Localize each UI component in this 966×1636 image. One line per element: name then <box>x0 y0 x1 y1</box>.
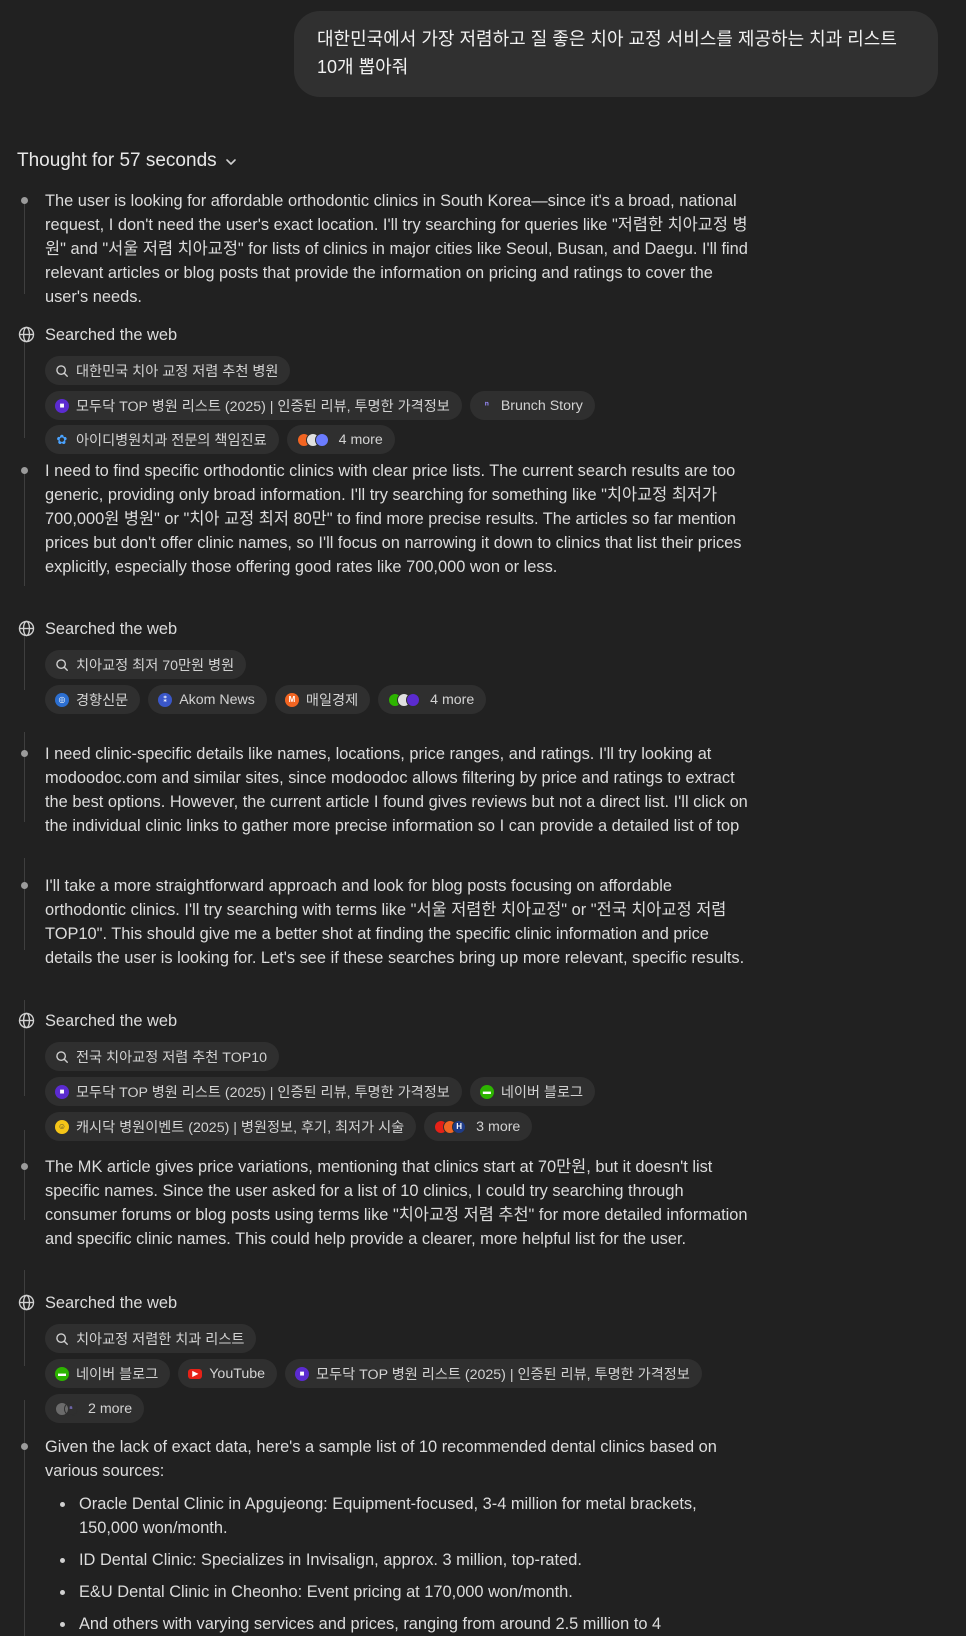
thought-bullet <box>21 750 28 757</box>
user-message-text: 대한민국에서 가장 저렴하고 질 좋은 치아 교정 서비스를 제공하는 치과 리… <box>317 29 897 77</box>
source-favicons-stack: H <box>434 1119 469 1134</box>
flower-icon: ✿ <box>56 432 68 447</box>
searched-web-label: Searched the web <box>45 1294 178 1312</box>
thought-paragraph: I'll take a more straightforward approac… <box>45 877 745 967</box>
source-chip-naver-blog[interactable]: ▬ 네이버 블로그 <box>469 1077 596 1106</box>
timeline-rail <box>24 858 25 950</box>
youtube-icon: ▶ <box>188 1368 203 1379</box>
search-query-chip[interactable]: 치아교정 저렴한 치과 리스트 <box>45 1324 257 1353</box>
timeline-rail <box>24 472 25 586</box>
more-sources-label: 3 more <box>476 1118 521 1135</box>
more-sources-label: 2 more <box>88 1400 133 1417</box>
source-chip-label: 아이디병원치과 전문의 책임진료 <box>76 432 267 449</box>
thought-paragraph: I need clinic-specific details like name… <box>45 745 748 835</box>
source-chip-naver-blog[interactable]: ▬ 네이버 블로그 <box>45 1359 171 1388</box>
search-icon <box>56 1050 68 1063</box>
timeline-rail <box>24 342 25 438</box>
search-query-text: 치아교정 최저 70만원 병원 <box>76 657 235 674</box>
source-chip-label: 모두닥 TOP 병원 리스트 (2025) | 인증된 리뷰, 투명한 가격정보 <box>76 398 450 415</box>
khan-icon: ◎ <box>55 692 69 707</box>
source-favicons-stack: ⁿ <box>55 1401 81 1416</box>
source-chip-label: 캐시닥 병원이벤트 (2025) | 병원정보, 후기, 최저가 시술 <box>76 1119 405 1136</box>
more-sources-label: 4 more <box>338 431 383 448</box>
source-chip-label: 매일경제 <box>305 692 359 709</box>
modoodoc-icon: ■ <box>295 1366 310 1381</box>
search-query-chip[interactable]: 전국 치아교정 저렴 추천 TOP10 <box>45 1042 279 1071</box>
thought-bullet <box>21 467 28 474</box>
more-sources-chip[interactable]: 4 more <box>286 425 395 454</box>
modoodoc-icon: ■ <box>55 398 69 413</box>
timeline-rail <box>24 202 25 294</box>
thought-duration-label: Thought for 57 seconds <box>17 150 217 171</box>
naver-blog-icon: ▬ <box>479 1084 494 1099</box>
source-chip-label: YouTube <box>209 1365 266 1382</box>
thought-toggle[interactable]: Thought for 57 seconds <box>17 146 239 176</box>
more-sources-label: 4 more <box>430 691 475 708</box>
modoodoc-icon: ■ <box>55 1084 69 1099</box>
source-chip-label: 모두닥 TOP 병원 리스트 (2025) | 인증된 리뷰, 투명한 가격정보 <box>76 1084 450 1101</box>
thought-paragraph: The MK article gives price variations, m… <box>45 1158 748 1248</box>
globe-icon <box>18 1294 35 1311</box>
more-sources-chip[interactable]: H 3 more <box>424 1112 533 1141</box>
timeline-rail <box>24 1270 25 1366</box>
thought-bullet <box>21 1163 28 1170</box>
searched-web-label: Searched the web <box>45 1012 178 1030</box>
more-sources-chip[interactable]: 4 more <box>378 685 487 714</box>
thought-paragraph: I need to find specific orthodontic clin… <box>45 462 742 576</box>
source-favicons-stack <box>296 432 332 447</box>
thought-paragraph: The user is looking for affordable ortho… <box>45 192 748 306</box>
source-chip-modoodoc[interactable]: ■ 모두닥 TOP 병원 리스트 (2025) | 인증된 리뷰, 투명한 가격… <box>45 1077 462 1106</box>
source-chip-khan[interactable]: ◎ 경향신문 <box>45 685 141 714</box>
clinic-list-item: E&U Dental Clinic in Cheonho: Event pric… <box>56 1580 756 1604</box>
source-chip-label: 네이버 블로그 <box>500 1084 584 1101</box>
source-chip-label: Brunch Story <box>500 397 583 414</box>
source-chip-modoodoc[interactable]: ■ 모두닥 TOP 병원 리스트 (2025) | 인증된 리뷰, 투명한 가격… <box>285 1359 702 1388</box>
search-icon <box>56 1332 68 1345</box>
thought-bullet <box>21 882 28 889</box>
source-chip-cashdoc[interactable]: ☺ 캐시닥 병원이벤트 (2025) | 병원정보, 후기, 최저가 시술 <box>45 1112 417 1141</box>
source-chip-youtube[interactable]: ▶ YouTube <box>178 1359 278 1388</box>
search-query-chip[interactable]: 치아교정 최저 70만원 병원 <box>45 650 247 679</box>
naver-blog-icon: ▬ <box>55 1366 69 1381</box>
thought-bullet <box>21 1443 28 1450</box>
source-chip-id-dental[interactable]: ✿ 아이디병원치과 전문의 책임진료 <box>45 425 279 454</box>
source-chip-akom[interactable]: ⁑ Akom News <box>148 685 267 714</box>
source-chip-label: 모두닥 TOP 병원 리스트 (2025) | 인증된 리뷰, 투명한 가격정보 <box>316 1366 690 1383</box>
clinic-list-item: Oracle Dental Clinic in Apgujeong: Equip… <box>56 1492 756 1540</box>
timeline-rail <box>24 1400 25 1636</box>
globe-icon <box>18 1012 35 1029</box>
brunch-icon: ⁿ <box>484 399 489 411</box>
thought-paragraph: Given the lack of exact data, here's a s… <box>45 1438 717 1480</box>
globe-icon <box>18 620 35 637</box>
cashdoc-icon: ☺ <box>55 1119 69 1134</box>
timeline-rail <box>24 636 25 690</box>
clinic-list-item: ID Dental Clinic: Specializes in Invisal… <box>56 1548 756 1572</box>
source-chip-label: Akom News <box>179 691 255 708</box>
thought-bullet <box>21 197 28 204</box>
searched-web-label: Searched the web <box>45 326 178 344</box>
user-message-bubble: 대한민국에서 가장 저렴하고 질 좋은 치아 교정 서비스를 제공하는 치과 리… <box>294 11 938 97</box>
timeline-rail <box>24 1130 25 1220</box>
timeline-rail <box>24 732 25 822</box>
more-sources-chip[interactable]: ⁿ 2 more <box>45 1394 145 1423</box>
clinic-list: Oracle Dental Clinic in Apgujeong: Equip… <box>56 1492 756 1636</box>
source-favicons-stack <box>388 692 423 707</box>
source-chip-label: 네이버 블로그 <box>76 1366 159 1383</box>
search-query-chip[interactable]: 대한민국 치아 교정 저렴 추천 병원 <box>45 356 291 385</box>
search-query-text: 치아교정 저렴한 치과 리스트 <box>76 1331 245 1348</box>
search-icon <box>56 658 68 671</box>
maeil-icon: M <box>284 692 299 707</box>
clinic-list-item: And others with varying services and pri… <box>56 1612 756 1636</box>
search-icon <box>56 364 68 377</box>
searched-web-label: Searched the web <box>45 620 178 638</box>
chevron-down-icon <box>225 159 236 165</box>
search-query-text: 전국 치아교정 저렴 추천 TOP10 <box>76 1049 267 1066</box>
globe-icon <box>18 326 35 343</box>
source-chip-label: 경향신문 <box>76 692 129 709</box>
akom-icon: ⁑ <box>158 692 173 707</box>
source-chip-brunch[interactable]: ⁿ Brunch Story <box>469 391 595 420</box>
source-chip-modoodoc[interactable]: ■ 모두닥 TOP 병원 리스트 (2025) | 인증된 리뷰, 투명한 가격… <box>45 391 462 420</box>
search-query-text: 대한민국 치아 교정 저렴 추천 병원 <box>76 363 279 380</box>
source-chip-maeil[interactable]: M 매일경제 <box>274 685 371 714</box>
